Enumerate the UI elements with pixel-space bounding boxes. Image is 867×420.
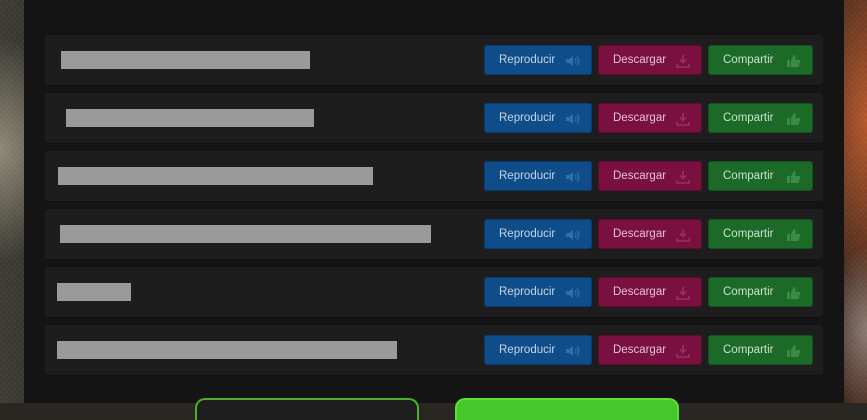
track-row: Reproducir Descargar Compartir [45,209,823,260]
download-icon [675,170,691,184]
speaker-icon [565,228,581,242]
play-button-label: Reproducir [499,170,556,182]
play-button-label: Reproducir [499,54,556,66]
share-button[interactable]: Compartir [708,103,813,133]
thumbs-up-icon [786,228,802,242]
track-row: Reproducir Descargar Compartir [45,267,823,318]
track-row: Reproducir Descargar Compartir [45,93,823,144]
play-button-label: Reproducir [499,228,556,240]
download-icon [675,54,691,68]
thumbs-up-icon [786,170,802,184]
share-button-label: Compartir [723,112,774,124]
share-button-label: Compartir [723,228,774,240]
share-button-label: Compartir [723,170,774,182]
download-icon [675,228,691,242]
speaker-icon [565,170,581,184]
download-icon [675,286,691,300]
download-button-label: Descargar [613,344,667,356]
download-button[interactable]: Descargar [598,219,702,249]
speaker-icon [565,286,581,300]
bottom-button-right[interactable] [455,398,679,420]
track-title-placeholder [66,109,314,127]
share-button[interactable]: Compartir [708,161,813,191]
download-button[interactable]: Descargar [598,103,702,133]
speaker-icon [565,344,581,358]
download-button-label: Descargar [613,228,667,240]
download-button-label: Descargar [613,286,667,298]
download-button[interactable]: Descargar [598,335,702,365]
download-button[interactable]: Descargar [598,161,702,191]
thumbs-up-icon [786,54,802,68]
thumbs-up-icon [786,344,802,358]
download-button[interactable]: Descargar [598,45,702,75]
download-button-label: Descargar [613,170,667,182]
track-title-placeholder [61,51,310,69]
play-button-label: Reproducir [499,286,556,298]
play-button-label: Reproducir [499,344,556,356]
play-button[interactable]: Reproducir [484,335,592,365]
share-button[interactable]: Compartir [708,45,813,75]
speaker-icon [565,54,581,68]
thumbs-up-icon [786,286,802,300]
share-button[interactable]: Compartir [708,219,813,249]
track-title-placeholder [58,167,373,185]
bottom-button-left[interactable] [195,398,419,420]
share-button-label: Compartir [723,54,774,66]
track-row: Reproducir Descargar Compartir [45,151,823,202]
download-icon [675,344,691,358]
play-button-label: Reproducir [499,112,556,124]
track-row: Reproducir Descargar Compartir [45,35,823,86]
share-button[interactable]: Compartir [708,277,813,307]
download-button[interactable]: Descargar [598,277,702,307]
play-button[interactable]: Reproducir [484,161,592,191]
play-button[interactable]: Reproducir [484,45,592,75]
share-button[interactable]: Compartir [708,335,813,365]
track-title-placeholder [57,283,131,301]
share-button-label: Compartir [723,286,774,298]
download-icon [675,112,691,126]
speaker-icon [565,112,581,126]
download-button-label: Descargar [613,54,667,66]
play-button[interactable]: Reproducir [484,219,592,249]
track-row: Reproducir Descargar Compartir [45,325,823,376]
track-title-placeholder [60,225,431,243]
download-button-label: Descargar [613,112,667,124]
track-title-placeholder [57,341,397,359]
play-button[interactable]: Reproducir [484,277,592,307]
share-button-label: Compartir [723,344,774,356]
thumbs-up-icon [786,112,802,126]
play-button[interactable]: Reproducir [484,103,592,133]
